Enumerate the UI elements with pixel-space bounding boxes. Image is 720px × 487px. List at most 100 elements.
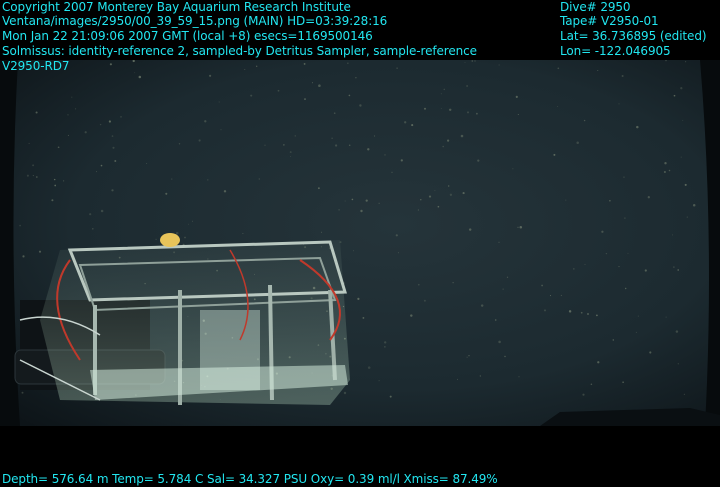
marine-snow-particle (331, 137, 333, 139)
marine-snow-particle (576, 141, 579, 145)
marine-snow-particle (351, 198, 354, 201)
marine-snow-particle (557, 67, 560, 70)
marine-snow-particle (647, 196, 650, 199)
marine-snow-particle (672, 234, 673, 236)
marine-snow-particle (477, 159, 480, 162)
marine-snow-particle (449, 193, 453, 196)
marine-snow-particle (462, 192, 465, 195)
image-path-line: Ventana/images/2950/00_39_59_15.png (MAI… (2, 14, 388, 28)
marine-snow-particle (391, 171, 393, 173)
marine-snow-particle (423, 107, 427, 110)
marine-snow-particle (597, 70, 599, 72)
marine-snow-particle (580, 311, 583, 314)
marine-snow-particle (677, 269, 680, 271)
marine-snow-particle (57, 146, 60, 149)
marine-snow-particle (583, 119, 586, 122)
marine-snow-particle (353, 250, 354, 252)
marine-snow-particle (256, 65, 258, 67)
annotation-line: Solmissus: identity-reference 2, sampled… (2, 44, 477, 58)
marine-snow-particle (471, 60, 474, 62)
marine-snow-particle (460, 134, 464, 138)
marine-snow-particle (636, 125, 639, 129)
marine-snow-particle (417, 209, 419, 211)
marine-snow-particle (410, 314, 413, 317)
marine-snow-particle (680, 156, 682, 158)
marine-snow-particle (466, 85, 468, 87)
underwater-scene (0, 60, 720, 426)
marine-snow-particle (100, 164, 103, 167)
marine-snow-particle (590, 383, 593, 386)
marine-snow-particle (395, 234, 398, 237)
marine-snow-particle (673, 266, 675, 268)
marine-snow-particle (476, 112, 478, 115)
marine-snow-particle (601, 230, 604, 233)
marine-snow-particle (663, 170, 666, 174)
marine-snow-particle (111, 135, 114, 137)
marine-snow-particle (443, 88, 446, 91)
marine-snow-particle (38, 250, 42, 253)
marine-snow-particle (209, 74, 212, 77)
marine-snow-particle (191, 220, 193, 222)
marine-snow-particle (71, 96, 73, 98)
marine-snow-particle (612, 339, 615, 341)
marine-snow-particle (428, 195, 432, 198)
marine-snow-particle (384, 154, 386, 156)
marine-snow-particle (28, 142, 30, 144)
marine-snow-particle (290, 156, 291, 157)
marine-snow-particle (474, 60, 476, 62)
marine-snow-particle (684, 183, 687, 186)
marine-snow-particle (397, 252, 399, 254)
marine-snow-particle (367, 366, 371, 369)
marine-snow-particle (568, 310, 572, 313)
marine-snow-particle (504, 355, 506, 358)
marine-snow-particle (188, 223, 190, 225)
marine-snow-particle (378, 202, 380, 204)
marine-snow-particle (277, 89, 280, 92)
marine-snow-particle (250, 94, 253, 97)
marine-snow-particle (318, 187, 320, 190)
marine-snow-particle (318, 84, 321, 87)
marine-snow-particle (51, 199, 54, 202)
marine-snow-particle (448, 108, 452, 112)
marine-snow-particle (466, 356, 468, 358)
marine-snow-particle (198, 139, 201, 142)
dive-number: Dive# 2950 (560, 0, 631, 14)
marine-snow-particle (242, 233, 244, 234)
marine-snow-particle (21, 391, 24, 394)
marine-snow-particle (541, 284, 543, 287)
marine-snow-particle (586, 312, 590, 316)
marine-snow-particle (557, 105, 559, 108)
marine-snow-particle (365, 199, 368, 202)
marine-snow-particle (335, 144, 338, 147)
marine-snow-particle (502, 288, 504, 290)
marine-snow-particle (92, 228, 94, 230)
marine-snow-particle (404, 121, 407, 124)
marine-snow-particle (35, 111, 38, 114)
marine-snow-particle (67, 114, 69, 116)
marine-snow-particle (448, 185, 450, 187)
marine-snow-particle (111, 189, 114, 192)
marine-snow-particle (32, 164, 35, 167)
marine-snow-particle (175, 231, 179, 235)
marine-snow-particle (303, 62, 306, 65)
marine-snow-particle (19, 224, 21, 227)
marine-snow-particle (223, 190, 227, 193)
marine-snow-particle (35, 176, 38, 178)
marine-snow-particle (618, 266, 620, 268)
detritus-sampler (14, 233, 350, 405)
marine-snow-particle (100, 209, 104, 213)
marine-snow-particle (506, 276, 509, 278)
marine-snow-particle (560, 294, 562, 296)
marine-snow-particle (479, 375, 481, 377)
marine-snow-particle (442, 145, 445, 148)
marine-snow-particle (344, 200, 346, 202)
marine-snow-particle (494, 319, 497, 321)
marine-snow-particle (447, 139, 450, 142)
marine-snow-particle (112, 146, 115, 149)
marine-snow-particle (621, 75, 624, 77)
marine-snow-particle (423, 299, 426, 302)
marine-snow-particle (333, 112, 336, 115)
marine-snow-particle (517, 226, 519, 228)
marine-snow-particle (517, 113, 519, 116)
marine-snow-particle (411, 124, 414, 127)
